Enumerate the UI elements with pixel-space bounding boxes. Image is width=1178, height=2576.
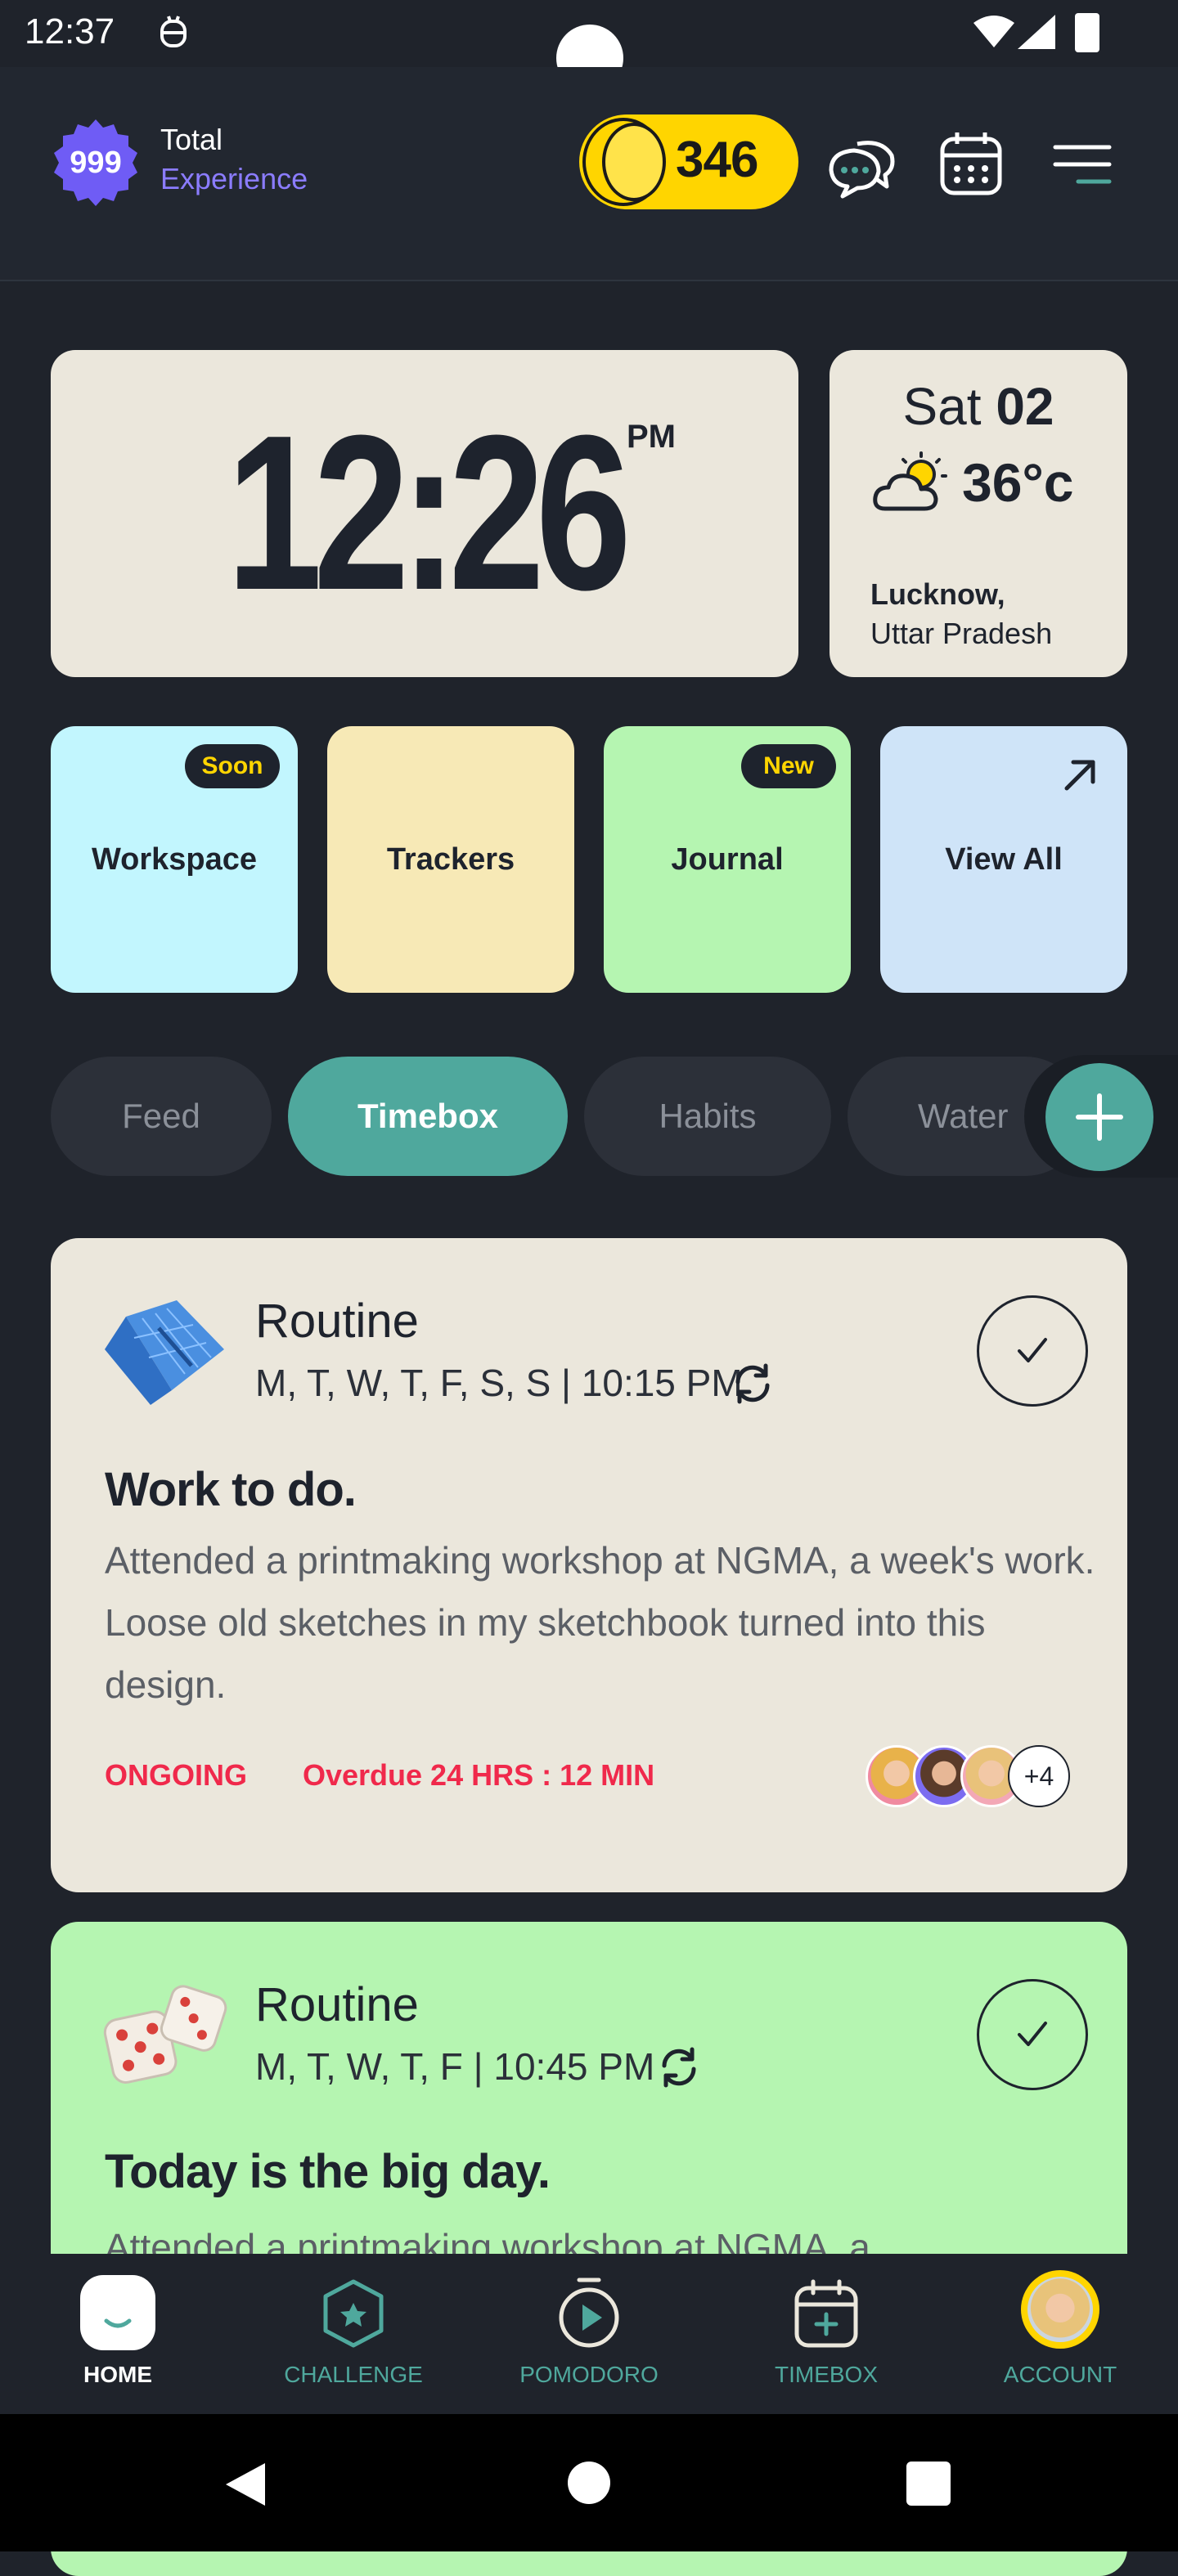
calendar-icon[interactable] [934, 128, 1008, 201]
clock-time: 12:26 [226, 390, 632, 636]
task-title: Work to do. [105, 1463, 357, 1516]
new-badge: New [741, 744, 836, 788]
weather-state: Uttar Pradesh [870, 617, 1053, 650]
signal-icon [1018, 15, 1055, 49]
back-icon[interactable] [223, 2460, 268, 2509]
status-time: 12:37 [25, 11, 115, 52]
nav-home[interactable]: HOME [20, 2362, 216, 2388]
home-smile-icon [104, 2318, 132, 2328]
home-icon[interactable] [80, 2275, 155, 2350]
wifi-icon [973, 16, 1014, 47]
task-overdue: Overdue 24 HRS : 12 MIN [303, 1758, 655, 1792]
recents-icon[interactable] [906, 2462, 951, 2506]
xp-label-experience: Experience [160, 162, 308, 195]
challenge-icon[interactable] [319, 2277, 388, 2350]
weather-date-number: 02 [996, 377, 1054, 436]
timebox-icon[interactable] [792, 2278, 861, 2350]
chat-icon[interactable] [825, 128, 898, 201]
tab-habits[interactable]: Habits [584, 1057, 831, 1176]
clock-ampm: PM [627, 419, 676, 455]
tab-timebox[interactable]: Timebox [288, 1057, 568, 1176]
tile-trackers-label: Trackers [386, 841, 515, 877]
task-schedule: M, T, W, T, F, S, S | 10:15 PM [255, 1362, 743, 1404]
task-schedule: M, T, W, T, F | 10:45 PM [255, 2045, 655, 2088]
home-system-icon[interactable] [568, 2462, 610, 2504]
coin-icon-inner [602, 123, 666, 201]
task-description: Attended a printmaking workshop at NGMA,… [105, 1539, 1095, 1706]
more-participants-count[interactable]: +4 [1008, 1745, 1070, 1807]
soon-badge: Soon [185, 744, 280, 788]
task-category: Routine [255, 1295, 419, 1348]
tab-feed[interactable]: Feed [51, 1057, 272, 1176]
nav-pomodoro[interactable]: POMODORO [491, 2362, 687, 2388]
blueprint-icon [105, 1300, 224, 1405]
menu-icon[interactable] [1045, 128, 1119, 201]
task-title: Today is the big day. [105, 2145, 551, 2198]
arrow-up-right-icon [1064, 760, 1095, 791]
task-status: ONGOING [105, 1758, 248, 1792]
task-category: Routine [255, 1978, 419, 2031]
account-avatar[interactable] [1027, 2277, 1093, 2342]
weather-date: Sat 02 [830, 376, 1127, 437]
nav-timebox[interactable]: TIMEBOX [728, 2362, 924, 2388]
checkmark-icon [1018, 1338, 1047, 1362]
nav-challenge[interactable]: CHALLENGE [255, 2362, 452, 2388]
pomodoro-icon[interactable] [555, 2275, 623, 2350]
dice-icon [103, 1985, 227, 2084]
partly-cloudy-icon [873, 451, 947, 511]
weather-temperature: 36°c [962, 452, 1074, 513]
xp-label-total: Total [160, 123, 223, 156]
xp-value[interactable]: 999 [51, 118, 141, 208]
coin-count: 346 [676, 132, 758, 188]
repeat-icon [662, 2047, 696, 2088]
debug-icon [160, 16, 187, 47]
plus-icon [1076, 1093, 1123, 1141]
weather-day: Sat [902, 377, 982, 436]
checkmark-icon [1018, 2022, 1047, 2046]
repeat-icon [735, 1363, 770, 1404]
weather-city: Lucknow, [870, 577, 1005, 611]
battery-icon [1075, 13, 1099, 52]
nav-account[interactable]: ACCOUNT [962, 2362, 1158, 2388]
